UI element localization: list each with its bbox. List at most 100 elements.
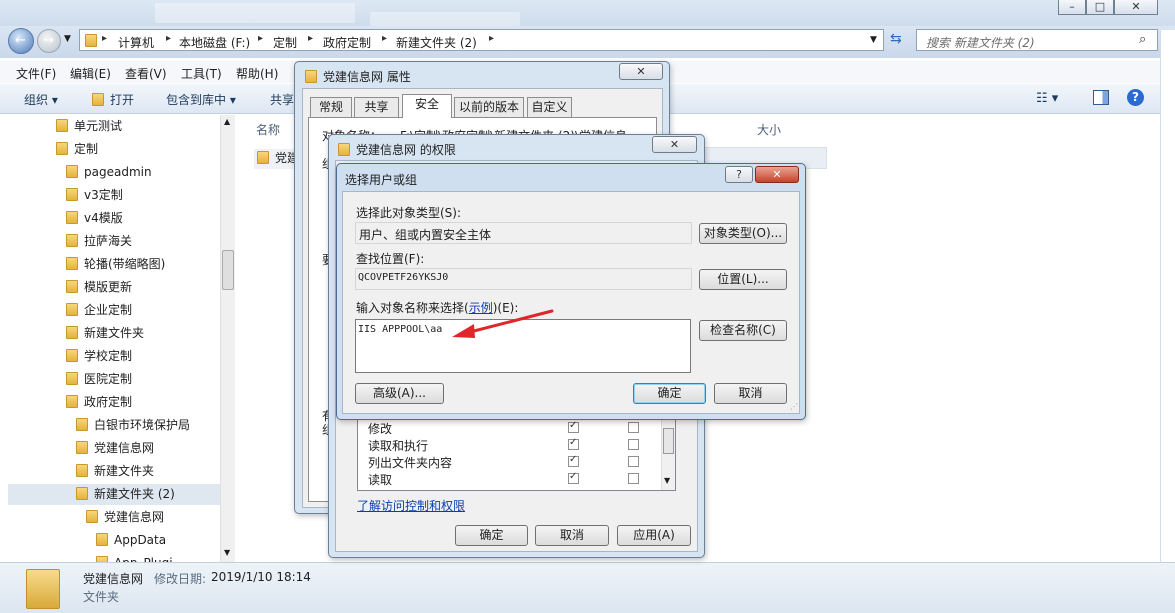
- address-path[interactable]: ▸ 计算机 ▸ 本地磁盘 (F:) ▸ 定制 ▸ 政府定制 ▸ 新建文件夹 (2…: [79, 29, 884, 51]
- open-button[interactable]: 打开: [92, 91, 134, 108]
- permissions-cancel-button[interactable]: 取消: [535, 525, 609, 546]
- folder-icon: [66, 280, 78, 293]
- tree-item[interactable]: 企业定制: [66, 300, 132, 320]
- tree-item[interactable]: 轮播(带缩略图): [66, 254, 165, 274]
- preview-pane-icon[interactable]: [1093, 90, 1109, 105]
- scroll-thumb[interactable]: [663, 428, 674, 454]
- scroll-thumb[interactable]: [222, 250, 234, 290]
- allow-checkbox[interactable]: [568, 471, 579, 484]
- back-button[interactable]: ←: [8, 28, 34, 54]
- breadcrumb-separator[interactable]: ▸: [258, 33, 263, 44]
- tree-item[interactable]: 新建文件夹: [76, 461, 154, 481]
- forward-button[interactable]: →: [37, 29, 61, 53]
- object-types-button[interactable]: 对象类型(O)...: [699, 223, 787, 244]
- tree-item[interactable]: 学校定制: [66, 346, 132, 366]
- recent-pages-dropdown-icon[interactable]: ▼: [64, 34, 71, 44]
- close-button[interactable]: ✕: [1114, 0, 1158, 15]
- permissions-close-button[interactable]: ✕: [652, 136, 697, 153]
- tree-item-label: pageadmin: [84, 165, 152, 179]
- dialog-help-button[interactable]: ?: [725, 166, 753, 183]
- tree-item[interactable]: 党建信息网: [86, 507, 164, 527]
- breadcrumb-computer[interactable]: 计算机: [118, 34, 154, 51]
- breadcrumb-separator[interactable]: ▸: [382, 33, 387, 44]
- learn-access-control-link[interactable]: 了解访问控制和权限: [357, 497, 465, 514]
- select-user-close-button[interactable]: ✕: [755, 166, 799, 183]
- tree-item[interactable]: AppData: [96, 530, 166, 550]
- deny-checkbox[interactable]: [628, 422, 639, 433]
- breadcrumb-custom[interactable]: 定制: [273, 34, 297, 51]
- search-input[interactable]: 搜索 新建文件夹 (2) ⌕: [916, 29, 1158, 51]
- folder-icon: [66, 211, 78, 224]
- tree-item[interactable]: 拉萨海关: [66, 231, 132, 251]
- menu-edit[interactable]: 编辑(E): [70, 65, 111, 82]
- breadcrumb-drive[interactable]: 本地磁盘 (F:): [179, 34, 250, 51]
- tree-item[interactable]: 定制: [56, 139, 98, 159]
- column-header-size[interactable]: 大小: [757, 121, 781, 138]
- tab-customize[interactable]: 自定义: [527, 97, 572, 118]
- tree-item[interactable]: 党建信息网: [76, 438, 154, 458]
- menu-tools[interactable]: 工具(T): [181, 65, 222, 82]
- menu-view[interactable]: 查看(V): [125, 65, 167, 82]
- tree-item[interactable]: v3定制: [66, 185, 123, 205]
- share-button[interactable]: 共享: [270, 91, 294, 108]
- permissions-apply-button[interactable]: 应用(A): [617, 525, 691, 546]
- allow-checkbox[interactable]: [568, 454, 579, 467]
- annotation-arrow-line: [468, 309, 554, 334]
- minimize-button[interactable]: –: [1058, 0, 1086, 15]
- view-options-icon[interactable]: ☷ ▾: [1036, 91, 1058, 106]
- deny-checkbox[interactable]: [628, 456, 639, 467]
- allow-checkbox[interactable]: [568, 420, 579, 433]
- resize-grip-icon[interactable]: ⋰: [790, 402, 798, 411]
- deny-checkbox[interactable]: [628, 439, 639, 450]
- breadcrumb-separator[interactable]: ▸: [308, 33, 313, 44]
- tab-general[interactable]: 常规: [310, 97, 352, 118]
- help-icon[interactable]: ?: [1127, 89, 1144, 106]
- tree-item[interactable]: 白银市环境保护局: [76, 415, 190, 435]
- tree-item[interactable]: 医院定制: [66, 369, 132, 389]
- tab-sharing[interactable]: 共享: [354, 97, 399, 118]
- background-ghost: [370, 12, 520, 26]
- organize-button[interactable]: 组织 ▾: [24, 91, 58, 108]
- select-user-ok-button[interactable]: 确定: [633, 383, 706, 404]
- tree-item[interactable]: 新建文件夹 (2): [76, 484, 175, 504]
- locations-button[interactable]: 位置(L)...: [699, 269, 787, 290]
- menu-file[interactable]: 文件(F): [16, 65, 56, 82]
- deny-checkbox[interactable]: [628, 473, 639, 484]
- breadcrumb-separator[interactable]: ▸: [102, 33, 107, 44]
- tree-item[interactable]: 模版更新: [66, 277, 132, 297]
- tree-item[interactable]: 单元测试: [56, 116, 122, 136]
- details-modified-label: 修改日期:: [154, 572, 207, 586]
- tree-item-label: AppData: [114, 533, 167, 547]
- menu-help[interactable]: 帮助(H): [236, 65, 278, 82]
- search-icon[interactable]: ⌕: [1139, 32, 1146, 47]
- breadcrumb-current[interactable]: 新建文件夹 (2): [396, 34, 477, 51]
- permissions-ok-button[interactable]: 确定: [455, 525, 528, 546]
- column-header-name[interactable]: 名称: [256, 121, 280, 138]
- advanced-button[interactable]: 高级(A)...: [355, 383, 444, 404]
- properties-close-button[interactable]: ✕: [619, 63, 663, 80]
- permission-scrollbar[interactable]: ▼: [661, 416, 675, 490]
- breadcrumb-separator[interactable]: ▸: [489, 33, 494, 44]
- scroll-down-icon[interactable]: ▼: [224, 548, 230, 557]
- breadcrumb-separator[interactable]: ▸: [166, 33, 171, 44]
- tree-item[interactable]: 新建文件夹: [66, 323, 144, 343]
- nav-scrollbar[interactable]: ▲ ▼: [220, 115, 235, 562]
- breadcrumb-gov[interactable]: 政府定制: [323, 34, 371, 51]
- folder-icon: [92, 93, 104, 106]
- tab-previous-versions[interactable]: 以前的版本: [454, 97, 524, 118]
- include-in-library-button[interactable]: 包含到库中 ▾: [166, 91, 236, 108]
- scroll-down-icon[interactable]: ▼: [664, 476, 670, 485]
- allow-checkbox[interactable]: [568, 437, 579, 450]
- address-dropdown-icon[interactable]: ▼: [870, 35, 877, 45]
- file-item[interactable]: 党建: [254, 149, 299, 169]
- maximize-button[interactable]: □: [1086, 0, 1114, 15]
- back-arrow-icon: ←: [15, 33, 26, 48]
- check-names-button[interactable]: 检查名称(C): [699, 320, 787, 341]
- select-user-cancel-button[interactable]: 取消: [714, 383, 787, 404]
- tree-item[interactable]: v4模版: [66, 208, 123, 228]
- tree-item[interactable]: pageadmin: [66, 162, 152, 182]
- scroll-up-icon[interactable]: ▲: [224, 117, 230, 126]
- refresh-icon[interactable]: ⇆: [890, 31, 902, 47]
- tab-security[interactable]: 安全: [402, 94, 452, 118]
- tree-item[interactable]: 政府定制: [66, 392, 132, 412]
